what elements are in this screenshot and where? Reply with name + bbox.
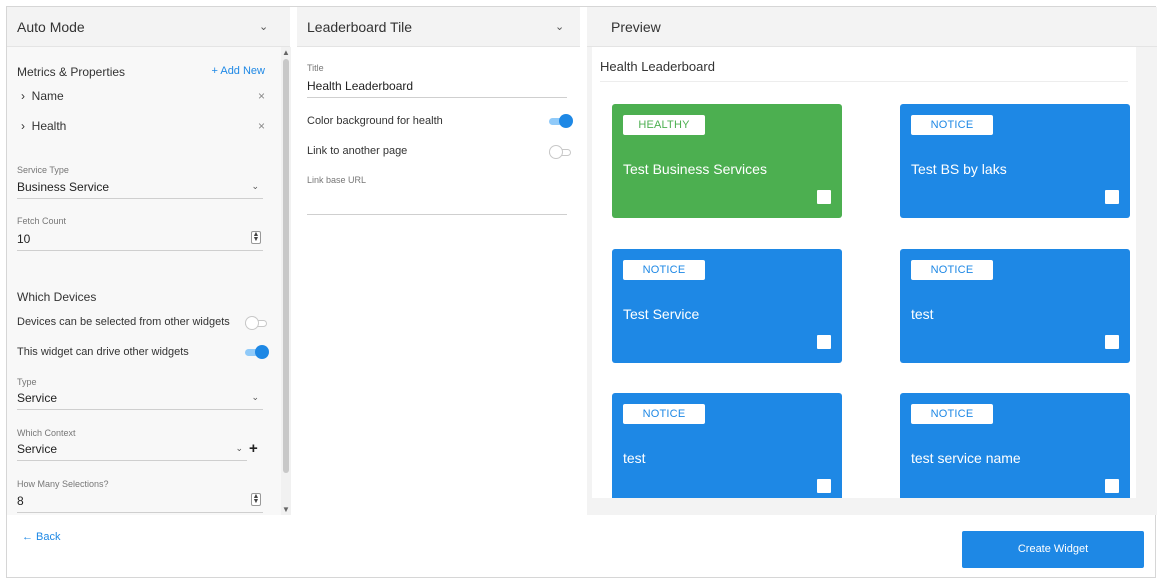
tile-name: Test Service	[623, 306, 700, 322]
auto-mode-panel: Metrics & Properties + Add New › Name × …	[7, 47, 281, 515]
chevron-down-icon[interactable]: ⌄	[251, 392, 259, 403]
which-context-label: Which Context	[17, 428, 76, 438]
stepper-icon[interactable]: ▲ ▼	[251, 493, 261, 506]
chevron-down-icon[interactable]: ⌄	[555, 20, 564, 33]
auto-mode-header[interactable]: Auto Mode ⌄	[7, 7, 290, 47]
divider	[600, 81, 1128, 82]
tile-checkbox[interactable]	[1105, 190, 1119, 204]
metric-row-name[interactable]: › Name ×	[21, 89, 265, 103]
leaderboard-tile[interactable]: NOTICE Test BS by laks	[900, 104, 1130, 218]
tile-checkbox[interactable]	[1105, 479, 1119, 493]
leaderboard-tile[interactable]: NOTICE Test Service	[612, 249, 842, 363]
back-link[interactable]: ← Back	[22, 531, 61, 543]
leaderboard-tile[interactable]: HEALTHY Test Business Services	[612, 104, 842, 218]
status-badge: NOTICE	[911, 115, 993, 135]
preview-title: Health Leaderboard	[600, 59, 715, 74]
preview-header: Preview	[587, 7, 1157, 47]
which-context-select[interactable]: Service ⌄	[17, 442, 247, 461]
left-scrollbar[interactable]: ▲ ▼	[281, 47, 291, 515]
how-many-label: How Many Selections?	[17, 479, 109, 489]
how-many-value: 8	[17, 494, 24, 508]
devices-selectable-row: Devices can be selected from other widge…	[17, 316, 269, 330]
chevron-down-icon[interactable]: ⌄	[251, 181, 259, 192]
leaderboard-tile-header[interactable]: Leaderboard Tile ⌄	[297, 7, 580, 47]
tile-checkbox[interactable]	[817, 190, 831, 204]
service-type-select[interactable]: Business Service ⌄	[17, 180, 263, 199]
which-devices-title: Which Devices	[17, 290, 97, 304]
status-badge: NOTICE	[911, 260, 993, 280]
tile-name: test service name	[911, 450, 1021, 466]
link-base-url-label: Link base URL	[307, 175, 367, 185]
leaderboard-preview: Health Leaderboard HEALTHY Test Business…	[592, 47, 1136, 498]
status-badge: NOTICE	[623, 404, 705, 424]
metric-label: Name	[31, 89, 64, 103]
color-bg-label: Color background for health	[307, 115, 443, 127]
title-value: Health Leaderboard	[307, 79, 414, 93]
close-icon[interactable]: ×	[258, 119, 265, 133]
chevron-right-icon[interactable]: ›	[21, 119, 25, 133]
chevron-down-icon[interactable]: ⌄	[259, 20, 268, 33]
tile-checkbox[interactable]	[817, 335, 831, 349]
status-badge: NOTICE	[911, 404, 993, 424]
drive-widgets-row: This widget can drive other widgets	[17, 345, 269, 359]
devices-selectable-toggle[interactable]	[245, 316, 269, 330]
link-page-label: Link to another page	[307, 145, 408, 157]
add-context-icon[interactable]: +	[249, 440, 258, 457]
tile-name: Test BS by laks	[911, 161, 1007, 177]
fetch-count-input[interactable]: 10 ▲ ▼	[17, 231, 263, 251]
stepper-icon[interactable]: ▲ ▼	[251, 231, 261, 244]
tile-checkbox[interactable]	[1105, 335, 1119, 349]
which-context-value: Service	[17, 442, 58, 456]
type-select[interactable]: Service ⌄	[17, 391, 263, 410]
title-input[interactable]: Health Leaderboard	[307, 79, 567, 98]
devices-selectable-label: Devices can be selected from other widge…	[17, 316, 230, 328]
leaderboard-tile[interactable]: NOTICE test service name	[900, 393, 1130, 498]
chevron-right-icon[interactable]: ›	[21, 89, 25, 103]
status-badge: HEALTHY	[623, 115, 705, 135]
tile-checkbox[interactable]	[817, 479, 831, 493]
status-badge: NOTICE	[623, 260, 705, 280]
drive-widgets-label: This widget can drive other widgets	[17, 346, 189, 358]
tile-name: test	[623, 450, 646, 466]
metrics-properties-title: Metrics & Properties	[17, 65, 126, 79]
close-icon[interactable]: ×	[258, 89, 265, 103]
type-label: Type	[17, 377, 37, 387]
link-page-toggle[interactable]	[549, 145, 573, 159]
metric-label: Health	[31, 119, 67, 133]
drive-widgets-toggle[interactable]	[245, 345, 269, 359]
fetch-count-value: 10	[17, 232, 31, 246]
color-bg-toggle[interactable]	[549, 114, 573, 128]
leaderboard-tile-panel: Title Health Leaderboard Color backgroun…	[297, 47, 580, 515]
create-widget-button[interactable]: Create Widget	[962, 531, 1144, 568]
scroll-thumb[interactable]	[283, 59, 289, 473]
add-new-link[interactable]: + Add New	[211, 65, 265, 77]
color-bg-row: Color background for health	[307, 114, 573, 128]
fetch-count-label: Fetch Count	[17, 216, 67, 226]
how-many-input[interactable]: 8 ▲ ▼	[17, 493, 263, 513]
scroll-down-icon[interactable]: ▼	[282, 505, 290, 514]
link-base-url-input[interactable]	[307, 193, 567, 215]
scroll-up-icon[interactable]: ▲	[282, 48, 290, 57]
leaderboard-tile[interactable]: NOTICE test	[900, 249, 1130, 363]
service-type-value: Business Service	[17, 180, 110, 194]
chevron-down-icon[interactable]: ⌄	[235, 443, 243, 454]
tile-name: test	[911, 306, 934, 322]
metric-row-health[interactable]: › Health ×	[21, 119, 265, 133]
leaderboard-tile-title: Leaderboard Tile	[307, 18, 413, 35]
type-value: Service	[17, 391, 58, 405]
service-type-label: Service Type	[17, 165, 69, 175]
preview-header-title: Preview	[611, 18, 661, 35]
link-page-row: Link to another page	[307, 145, 571, 159]
tile-name: Test Business Services	[623, 161, 767, 177]
auto-mode-title: Auto Mode	[17, 18, 85, 35]
leaderboard-tile[interactable]: NOTICE test	[612, 393, 842, 498]
title-label: Title	[307, 63, 324, 73]
